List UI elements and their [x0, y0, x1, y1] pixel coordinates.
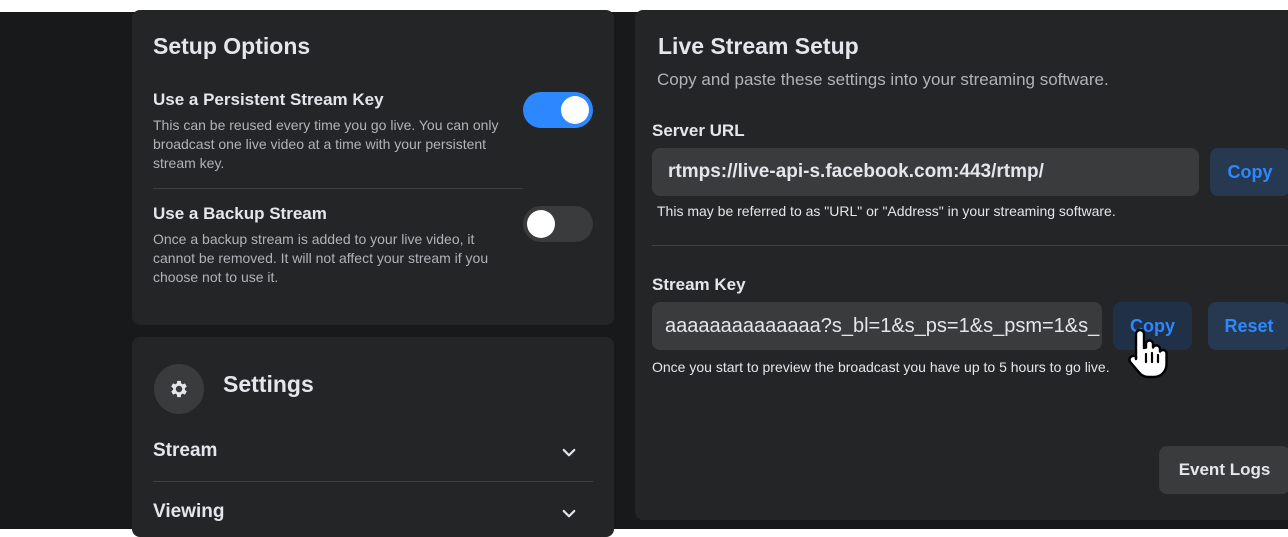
divider [652, 245, 1288, 246]
chevron-down-icon [562, 509, 576, 518]
server-url-label: Server URL [652, 121, 745, 140]
settings-row-viewing[interactable]: Viewing [132, 493, 614, 533]
persistent-key-toggle[interactable] [523, 92, 593, 128]
settings-card: Settings Stream Viewing [132, 337, 614, 537]
stream-key-help: Once you start to preview the broadcast … [652, 359, 1110, 375]
persistent-key-title: Use a Persistent Stream Key [153, 90, 384, 109]
toggle-knob [561, 96, 589, 124]
backup-stream-description: Once a backup stream is added to your li… [153, 231, 489, 285]
server-url-help: This may be referred to as "URL" or "Add… [657, 203, 1116, 219]
hand-cursor-icon [1128, 328, 1168, 379]
server-url-field[interactable] [652, 148, 1199, 196]
gear-icon [171, 380, 187, 398]
divider [153, 481, 593, 482]
server-url-copy-button[interactable]: Copy [1210, 148, 1288, 196]
settings-icon-circle [154, 364, 204, 414]
chevron-down-icon [562, 448, 576, 457]
setup-options-card: Setup Options Use a Persistent Stream Ke… [132, 10, 614, 325]
persistent-key-description: This can be reused every time you go liv… [153, 117, 499, 171]
settings-row-label: Viewing [153, 501, 225, 522]
toggle-knob [527, 210, 555, 238]
setup-options-title: Setup Options [153, 33, 311, 59]
stream-key-label: Stream Key [652, 275, 746, 294]
stream-key-field[interactable] [652, 302, 1102, 350]
event-logs-button[interactable]: Event Logs [1159, 446, 1288, 494]
settings-title: Settings [223, 371, 314, 397]
divider [153, 188, 523, 189]
backup-stream-title: Use a Backup Stream [153, 204, 327, 223]
live-stream-setup-title: Live Stream Setup [658, 33, 859, 59]
backup-stream-toggle[interactable] [523, 206, 593, 242]
live-stream-setup-card: Live Stream Setup Copy and paste these s… [635, 10, 1288, 520]
stream-key-reset-button[interactable]: Reset [1208, 302, 1288, 350]
settings-row-label: Stream [153, 440, 218, 461]
stream-key-input[interactable] [652, 302, 1102, 350]
server-url-input[interactable] [652, 148, 1199, 196]
live-stream-setup-subtitle: Copy and paste these settings into your … [657, 70, 1109, 89]
settings-row-stream[interactable]: Stream [132, 432, 614, 472]
